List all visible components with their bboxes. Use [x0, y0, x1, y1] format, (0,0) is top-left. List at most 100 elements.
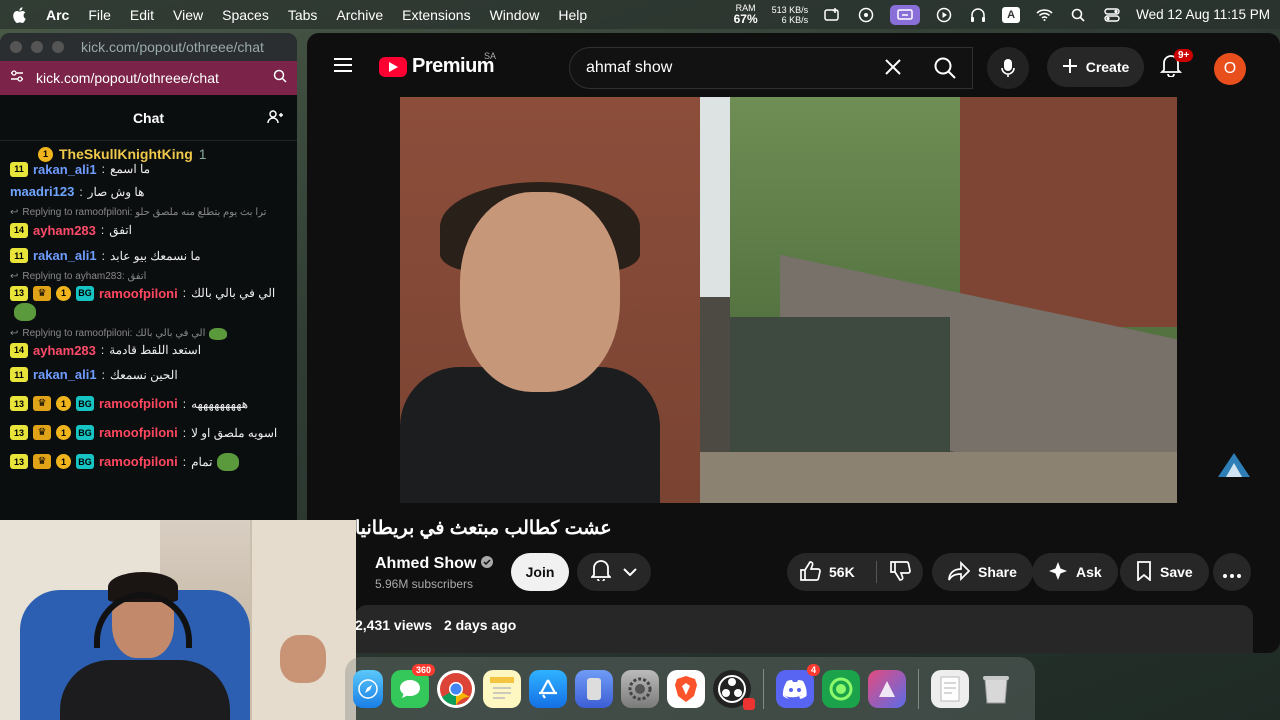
ram-stat[interactable]: RAM 67%: [734, 4, 758, 26]
menu-edit[interactable]: Edit: [130, 7, 154, 23]
save-button[interactable]: Save: [1120, 553, 1209, 591]
chat-text: ما نسمعك بيو عابد: [109, 248, 201, 263]
menu-app-name[interactable]: Arc: [46, 7, 69, 23]
pinned-username[interactable]: TheSkullKnightKing: [59, 146, 193, 162]
wifi-icon[interactable]: [1034, 7, 1054, 23]
chat-username[interactable]: maadri123: [10, 184, 74, 199]
kick-icon[interactable]: [822, 669, 860, 708]
brave-icon[interactable]: [667, 669, 705, 708]
zoom-search-icon[interactable]: [273, 69, 287, 88]
chat-users-icon[interactable]: [267, 109, 283, 130]
input-source-indicator[interactable]: A: [1002, 6, 1021, 23]
menu-view[interactable]: View: [173, 7, 203, 23]
discord-icon[interactable]: 4: [776, 663, 820, 708]
channel-name-text[interactable]: Ahmed Show: [375, 555, 476, 573]
chat-username[interactable]: rakan_ali1: [33, 162, 97, 177]
chat-message: maadri123: ها وش صار: [10, 184, 145, 199]
notes-icon[interactable]: [483, 669, 521, 708]
play-circle-icon[interactable]: [934, 7, 954, 23]
crown-icon: ♛: [33, 396, 51, 411]
chat-text: اسويه ملصق او لا: [191, 425, 278, 440]
system-settings-icon[interactable]: [621, 669, 659, 708]
chrome-icon[interactable]: [437, 669, 475, 708]
channel-name[interactable]: Ahmed Show: [375, 555, 494, 573]
screen-mirror-icon[interactable]: [890, 4, 921, 25]
dock-separator: [918, 668, 919, 709]
chat-message: 13 ♛ 1 BG ramoofpiloni: هههههههههه: [10, 389, 287, 418]
youtube-logo[interactable]: Premium SA: [379, 51, 496, 78]
pinned-count: 1: [198, 146, 207, 162]
voice-search-icon[interactable]: [987, 47, 1029, 89]
chat-header: Chat: [0, 95, 297, 141]
menu-window[interactable]: Window: [490, 7, 540, 23]
trash-icon[interactable]: [977, 670, 1015, 708]
menu-clock[interactable]: Wed 12 Aug 11:15 PM: [1136, 7, 1270, 22]
chat-message-list: 11 rakan_ali1: ما اسمع maadri123: ها وش …: [0, 161, 297, 476]
search-button[interactable]: [917, 47, 973, 89]
app-store-icon[interactable]: [529, 669, 567, 708]
menu-file[interactable]: File: [88, 7, 111, 23]
pepe-emote-icon: [14, 303, 36, 321]
subscription-notifications-button[interactable]: [577, 553, 651, 591]
chat-username[interactable]: ramoofpiloni: [99, 425, 178, 440]
apple-icon[interactable]: [10, 6, 28, 24]
search-input[interactable]: ahmaf show: [569, 47, 973, 89]
menu-help[interactable]: Help: [558, 7, 587, 23]
menu-archive[interactable]: Archive: [336, 7, 383, 23]
sub-badge: 13: [10, 425, 28, 440]
obs-icon[interactable]: [713, 669, 755, 710]
clear-search-icon[interactable]: [884, 58, 902, 81]
menu-extensions[interactable]: Extensions: [402, 7, 470, 23]
more-horizontal-icon: [1223, 562, 1241, 583]
video-player[interactable]: [400, 97, 1177, 503]
chat-title-bar: kick.com/popout/othreee/chat: [0, 33, 297, 61]
chat-message: 11 rakan_ali1: الحين نسمعك: [10, 360, 287, 389]
chat-url-bar[interactable]: kick.com/popout/othreee/chat: [0, 61, 297, 95]
ask-button[interactable]: Ask: [1032, 553, 1118, 591]
chat-username[interactable]: ramoofpiloni: [99, 286, 178, 301]
headphones-icon[interactable]: [968, 7, 988, 23]
channel-watermark-icon[interactable]: [1217, 451, 1251, 484]
like-button[interactable]: 56K: [787, 560, 877, 585]
maximize-window-button[interactable]: [52, 41, 64, 53]
chat-username[interactable]: ayham283: [33, 223, 96, 238]
create-button[interactable]: Create: [1047, 47, 1144, 87]
bg-badge: BG: [76, 425, 94, 440]
menu-tabs[interactable]: Tabs: [288, 7, 318, 23]
chat-username[interactable]: ayham283: [33, 343, 96, 358]
chat-window-title: kick.com/popout/othreee/chat: [81, 39, 264, 55]
chat-username[interactable]: ramoofpiloni: [99, 454, 178, 469]
chat-username[interactable]: rakan_ali1: [33, 367, 97, 382]
sub-badge: 13: [10, 285, 28, 301]
safari-icon[interactable]: [353, 669, 383, 708]
minimize-window-button[interactable]: [31, 41, 43, 53]
screenshot-icon[interactable]: [822, 7, 842, 23]
chat-url-text[interactable]: kick.com/popout/othreee/chat: [36, 70, 261, 86]
close-window-button[interactable]: [10, 41, 22, 53]
account-avatar[interactable]: O: [1214, 53, 1246, 85]
spotlight-search-icon[interactable]: [1068, 7, 1088, 23]
share-button[interactable]: Share: [932, 553, 1033, 591]
network-speed[interactable]: 513 KB/s 6 KB/s: [772, 5, 809, 25]
more-actions-button[interactable]: [1213, 553, 1251, 591]
cleanup-app-icon[interactable]: [868, 669, 906, 708]
chat-username[interactable]: rakan_ali1: [33, 248, 97, 263]
menu-spaces[interactable]: Spaces: [222, 7, 269, 23]
dislike-button[interactable]: [877, 560, 911, 585]
messages-icon[interactable]: 360: [391, 663, 435, 708]
join-button[interactable]: Join: [511, 553, 569, 591]
documents-stack-icon[interactable]: [931, 669, 969, 708]
sub-badge: 11: [10, 367, 28, 382]
subscriber-count: 5.96M subscribers: [375, 577, 474, 591]
notifications-bell-icon[interactable]: 9+: [1159, 49, 1194, 82]
creative-cloud-icon[interactable]: [856, 7, 876, 23]
control-center-icon[interactable]: [1102, 7, 1122, 23]
description-box[interactable]: 2,431 views 2 days ago: [355, 605, 1253, 653]
hamburger-menu-icon[interactable]: [333, 57, 353, 78]
thumbs-up-icon: [799, 560, 821, 585]
sub-badge: 13: [10, 454, 28, 469]
simulator-icon[interactable]: [575, 669, 613, 708]
chat-username[interactable]: ramoofpiloni: [99, 396, 178, 411]
site-settings-icon[interactable]: [10, 69, 24, 87]
share-arrow-icon: [948, 560, 971, 584]
